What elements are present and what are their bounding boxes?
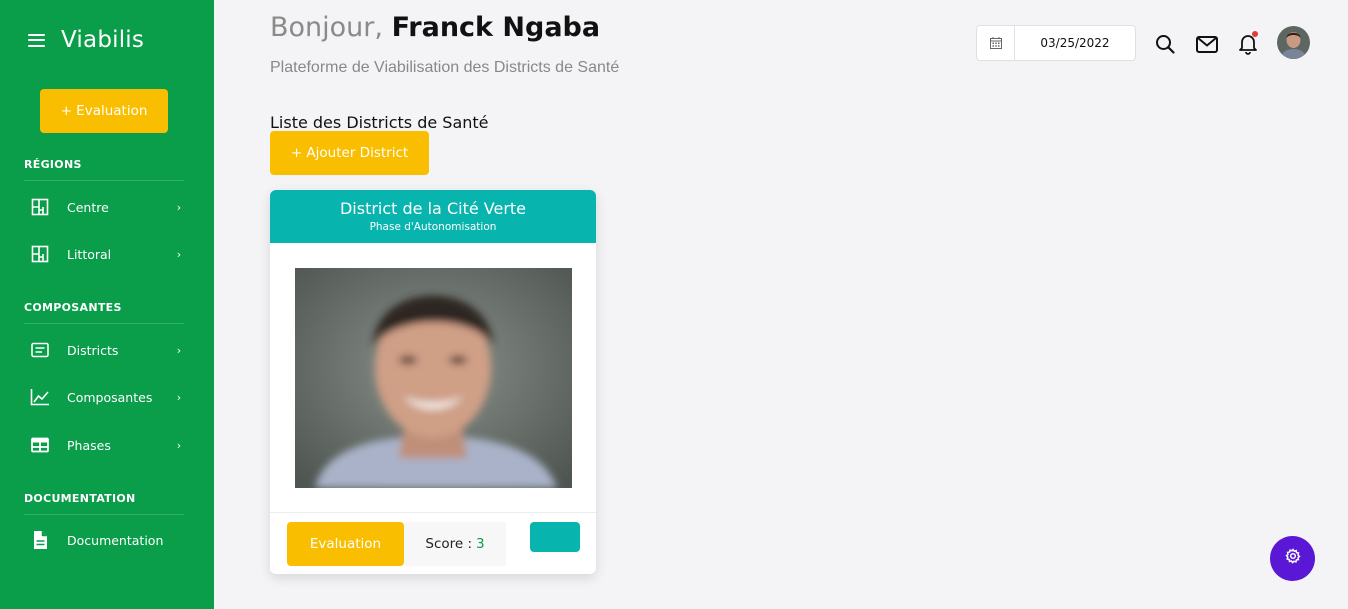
sidebar-item-label: Centre [67,199,109,215]
sidebar: Viabilis + Evaluation RÉGIONS Centre › L… [0,0,214,609]
list-title: Liste des Districts de Santé [270,113,489,132]
district-card: District de la Cité Verte Phase d'Autono… [270,190,596,574]
section-divider [24,180,184,181]
sidebar-item-label: Littoral [67,246,112,262]
avatar[interactable] [1277,26,1310,59]
page-subtitle: Plateforme de Viabilisation des District… [270,59,620,76]
user-name: Franck Ngaba [391,12,601,43]
chevron-right-icon: › [176,200,182,214]
sidebar-item-label: Documentation [67,532,164,548]
section-divider [24,323,184,324]
search-icon[interactable] [1154,33,1176,55]
chevron-right-icon: › [176,343,182,357]
table-icon [30,435,50,455]
greeting: Bonjour, Franck Ngaba [270,12,600,43]
notification-dot [1252,31,1258,37]
action-button[interactable] [530,522,580,552]
section-title-regions: RÉGIONS [24,158,82,171]
document-icon [30,530,50,550]
date-picker[interactable]: 03/25/2022 [976,25,1136,61]
sidebar-item-centre[interactable]: Centre › [24,192,184,222]
add-district-button[interactable]: + Ajouter District [270,131,429,175]
add-evaluation-button[interactable]: + Evaluation [40,89,168,133]
map-icon [30,197,50,217]
chevron-right-icon: › [176,438,182,452]
chart-icon [30,387,50,407]
card-footer: Evaluation Score : 3 [270,512,596,574]
gear-icon [1284,548,1301,569]
list-icon [30,340,50,360]
sidebar-item-label: Phases [67,437,111,453]
calendar-icon[interactable] [977,26,1015,60]
card-subtitle: Phase d'Autonomisation [369,221,497,233]
chevron-right-icon: › [176,390,182,404]
section-title-documentation: DOCUMENTATION [24,492,136,505]
chevron-right-icon: › [176,247,182,261]
settings-fab[interactable] [1270,536,1315,581]
score-value: 3 [476,536,485,552]
sidebar-item-littoral[interactable]: Littoral › [24,239,184,269]
sidebar-item-phases[interactable]: Phases › [24,430,184,460]
bell-icon[interactable] [1237,31,1259,55]
sidebar-item-districts[interactable]: Districts › [24,335,184,365]
mail-icon[interactable] [1196,33,1218,55]
section-divider [24,514,184,515]
map-icon [30,244,50,264]
sidebar-item-documentation[interactable]: Documentation [24,525,184,555]
sidebar-item-label: Composantes [67,389,153,405]
date-value[interactable]: 03/25/2022 [1015,26,1135,60]
brand-name: Viabilis [61,27,145,53]
sidebar-item-composantes[interactable]: Composantes › [24,382,184,412]
card-header: District de la Cité Verte Phase d'Autono… [270,190,596,243]
greeting-prefix: Bonjour, [270,12,383,43]
score-display: Score : 3 [404,522,506,566]
district-photo [295,268,572,488]
sidebar-item-label: Districts [67,342,119,358]
evaluation-button[interactable]: Evaluation [287,522,404,566]
brand: Viabilis [28,27,144,53]
section-title-composantes: COMPOSANTES [24,301,122,314]
menu-icon[interactable] [28,33,45,47]
score-label: Score : [425,536,473,552]
card-title: District de la Cité Verte [339,199,527,218]
